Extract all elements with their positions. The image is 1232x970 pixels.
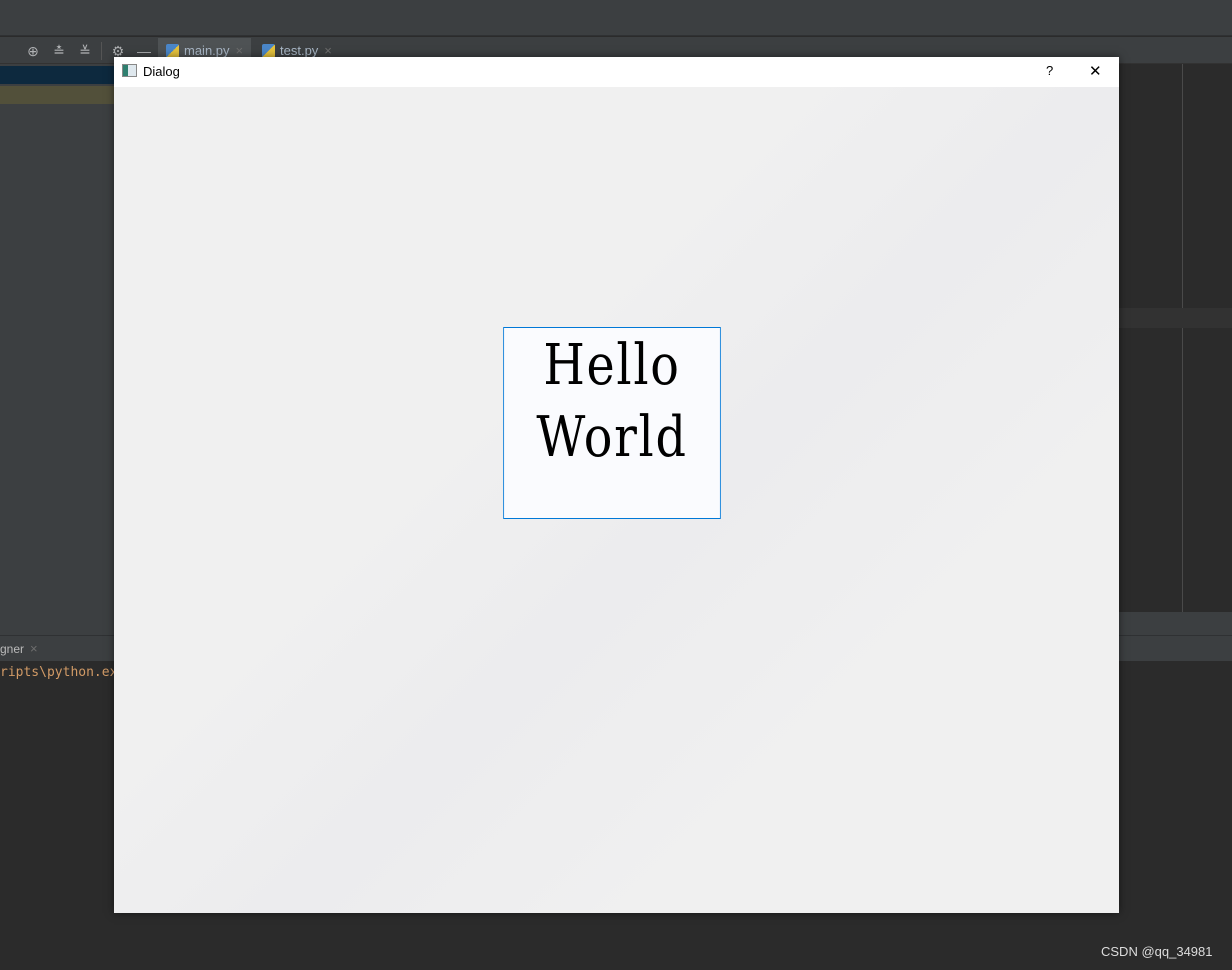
dialog-title: Dialog <box>143 64 180 79</box>
caret-row <box>1119 308 1232 328</box>
project-panel <box>0 64 114 612</box>
selected-row[interactable] <box>0 66 114 84</box>
python-file-icon <box>262 44 275 58</box>
close-button[interactable]: ✕ <box>1089 62 1102 80</box>
tab-label: test.py <box>280 43 319 58</box>
expand-all-icon[interactable]: ≛ <box>50 42 68 60</box>
dialog-title-bar[interactable]: Dialog ? ✕ <box>114 57 1119 87</box>
dialog-window: Dialog ? ✕ Hello World <box>114 57 1119 913</box>
close-icon[interactable]: × <box>324 43 332 58</box>
run-tab-label[interactable]: gner <box>0 642 24 656</box>
python-file-icon <box>166 44 179 58</box>
collapse-all-icon[interactable]: ≚ <box>76 42 94 60</box>
hello-world-label: Hello World <box>503 327 721 519</box>
toolbar-divider <box>101 42 102 60</box>
ide-menu-bar <box>0 0 1232 36</box>
highlighted-row[interactable] <box>0 86 114 104</box>
console-line: ripts\python.ex <box>0 665 118 680</box>
tab-label: main.py <box>184 43 230 58</box>
window-icon <box>122 64 137 77</box>
editor-area[interactable] <box>1119 64 1232 612</box>
close-icon[interactable]: × <box>30 641 38 656</box>
label-line-2: World <box>536 405 688 470</box>
watermark: CSDN @qq_34981 <box>1101 944 1213 959</box>
help-button[interactable]: ? <box>1046 63 1053 78</box>
label-line-1: Hello <box>543 333 681 398</box>
close-icon[interactable]: × <box>236 43 244 58</box>
locate-icon[interactable]: ⊕ <box>24 42 42 60</box>
right-margin-guide <box>1182 64 1183 612</box>
